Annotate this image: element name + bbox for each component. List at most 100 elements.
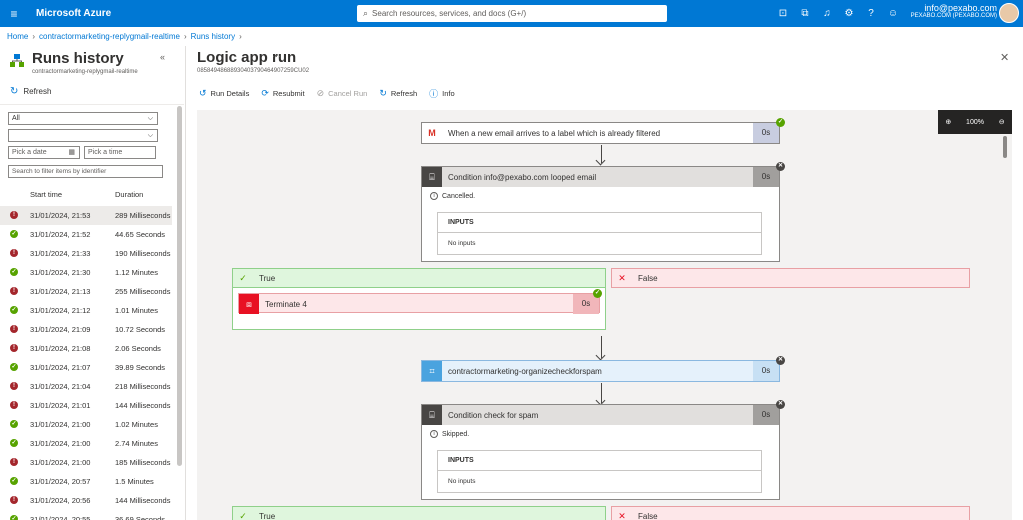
table-row[interactable]: ✓ 31/01/2024, 20:55 36.69 Seconds xyxy=(0,510,172,520)
success-icon: ✓ xyxy=(10,420,18,428)
feedback-icon[interactable]: ☺ xyxy=(882,8,904,19)
zoom-in-icon[interactable]: ⊕ xyxy=(945,118,951,126)
avatar[interactable] xyxy=(999,3,1019,23)
condition1-duration: 0s xyxy=(753,167,779,187)
canvas-scrollbar[interactable] xyxy=(1003,136,1007,158)
status-filter-dropdown[interactable]: All ⌵ xyxy=(8,112,158,125)
run-start-time: 31/01/2024, 21:12 xyxy=(30,306,91,315)
refresh-button[interactable]: ↻ Refresh xyxy=(10,86,51,97)
divider xyxy=(0,104,184,105)
table-row[interactable]: ✓ 31/01/2024, 21:00 2.74 Minutes xyxy=(0,434,172,453)
breadcrumb-home[interactable]: Home xyxy=(7,32,28,41)
identifier-filter-input[interactable]: Search to filter items by identifier xyxy=(8,165,163,178)
resubmit-button[interactable]: ⟳ Resubmit xyxy=(261,86,304,100)
col-duration[interactable]: Duration xyxy=(115,190,143,199)
condition2-duration: 0s xyxy=(753,405,779,425)
cancel-run-button[interactable]: ⊘ Cancel Run xyxy=(317,86,368,100)
brand-label[interactable]: Microsoft Azure xyxy=(36,8,111,19)
global-search[interactable]: ⌕ Search resources, services, and docs (… xyxy=(357,5,667,22)
run-duration: 44.65 Seconds xyxy=(115,230,166,239)
table-row[interactable]: ✓ 31/01/2024, 21:00 1.02 Minutes xyxy=(0,415,172,434)
run-id: 08584948688930403790464907259CU02 xyxy=(197,68,310,74)
table-row[interactable]: ! 31/01/2024, 21:53 289 Milliseconds xyxy=(0,206,172,225)
table-row[interactable]: ✓ 31/01/2024, 21:30 1.12 Minutes xyxy=(0,263,172,282)
table-row[interactable]: ! 31/01/2024, 21:08 2.06 Seconds xyxy=(0,339,172,358)
info-icon: i xyxy=(430,192,438,200)
run-refresh-button[interactable]: ↻ Refresh xyxy=(379,86,417,100)
col-start-time[interactable]: Start time xyxy=(30,190,62,199)
error-icon: ! xyxy=(10,458,18,466)
run-duration: 39.89 Seconds xyxy=(115,363,166,372)
condition-check-spam[interactable]: ⌸ Condition check for spam 0s i Skipped.… xyxy=(421,404,780,500)
run-start-time: 31/01/2024, 20:55 xyxy=(30,515,91,520)
table-row[interactable]: ! 31/01/2024, 21:13 255 Milliseconds xyxy=(0,282,172,301)
organize-workflow-step[interactable]: ⌗ contractormarketing-organizecheckforsp… xyxy=(421,360,780,382)
check-icon: ✓ xyxy=(239,272,247,283)
run-start-time: 31/01/2024, 21:13 xyxy=(30,287,91,296)
secondary-filter-dropdown[interactable]: ⌵ xyxy=(8,129,158,142)
success-icon: ✓ xyxy=(10,306,18,314)
menu-icon[interactable]: ≡ xyxy=(0,7,28,21)
date-picker[interactable]: Pick a date ▦ xyxy=(8,146,80,159)
table-row[interactable]: ! 31/01/2024, 20:56 144 Milliseconds xyxy=(0,491,172,510)
run-details-button[interactable]: ↺ Run Details xyxy=(199,86,249,100)
directory-filter-icon[interactable]: ⧉ xyxy=(794,8,816,19)
zoom-out-icon[interactable]: ⊖ xyxy=(999,118,1005,126)
run-duration: 289 Milliseconds xyxy=(115,211,171,220)
gmail-icon: M xyxy=(422,123,442,143)
run-duration: 1.12 Minutes xyxy=(115,268,158,277)
x-icon: ✕ xyxy=(618,510,626,520)
help-icon[interactable]: ? xyxy=(860,8,882,19)
terminate-step[interactable]: ⧈ Terminate 4 0s xyxy=(238,293,600,314)
table-row[interactable]: ✓ 31/01/2024, 21:52 44.65 Seconds xyxy=(0,225,172,244)
false-branch-1[interactable]: ✕ False xyxy=(611,268,970,288)
zoom-controls: ⊕ 100% ⊖ xyxy=(938,110,1012,134)
table-row[interactable]: ! 31/01/2024, 21:04 218 Milliseconds xyxy=(0,377,172,396)
run-start-time: 31/01/2024, 21:00 xyxy=(30,458,91,467)
success-icon: ✓ xyxy=(10,515,18,520)
check-icon: ✓ xyxy=(239,510,247,520)
run-title: Logic app run xyxy=(197,49,297,66)
more-options-icon[interactable]: ··· xyxy=(272,51,281,61)
breadcrumb-runs-history[interactable]: Runs history xyxy=(191,32,235,41)
close-icon[interactable]: ✕ xyxy=(1000,51,1009,64)
breadcrumb-app[interactable]: contractormarketing-replygmail-realtime xyxy=(39,32,180,41)
table-row[interactable]: ✓ 31/01/2024, 21:07 39.89 Seconds xyxy=(0,358,172,377)
cancel-icon: ⊘ xyxy=(316,87,325,98)
success-icon: ✓ xyxy=(10,439,18,447)
table-row[interactable]: ! 31/01/2024, 21:01 144 Milliseconds xyxy=(0,396,172,415)
trigger-step[interactable]: M When a new email arrives to a label wh… xyxy=(421,122,780,144)
cancelled-badge: ✕ xyxy=(776,162,785,171)
info-button[interactable]: ⓘ Info xyxy=(429,86,455,100)
condition1-status: i Cancelled. xyxy=(430,192,475,200)
account-info[interactable]: info@pexabo.com PEXABO.COM (PEXABO.COM) xyxy=(911,3,997,19)
top-bar: ≡ Microsoft Azure ⌕ Search resources, se… xyxy=(0,0,1023,27)
success-badge: ✓ xyxy=(593,289,602,298)
table-row[interactable]: ! 31/01/2024, 21:33 190 Milliseconds xyxy=(0,244,172,263)
notifications-icon[interactable]: ♫ xyxy=(816,8,838,19)
false-branch-2[interactable]: ✕ False xyxy=(611,506,970,520)
run-start-time: 31/01/2024, 21:53 xyxy=(30,211,91,220)
condition-looped-email[interactable]: ⌸ Condition info@pexabo.com looped email… xyxy=(421,166,780,262)
user-email: info@pexabo.com xyxy=(924,3,997,13)
settings-icon[interactable]: ⚙ xyxy=(838,8,860,19)
resubmit-icon: ⟳ xyxy=(261,87,269,98)
time-picker[interactable]: Pick a time xyxy=(84,146,156,159)
designer-canvas[interactable]: M When a new email arrives to a label wh… xyxy=(197,110,1012,520)
cloud-shell-icon[interactable]: ⊡ xyxy=(772,8,794,19)
flow-arrow xyxy=(601,383,602,403)
table-row[interactable]: ✓ 31/01/2024, 21:12 1.01 Minutes xyxy=(0,301,172,320)
flow-arrow xyxy=(601,145,602,163)
table-row[interactable]: ✓ 31/01/2024, 20:57 1.5 Minutes xyxy=(0,472,172,491)
run-start-time: 31/01/2024, 21:08 xyxy=(30,344,91,353)
table-row[interactable]: ! 31/01/2024, 21:00 185 Milliseconds xyxy=(0,453,172,472)
true-branch-1-header[interactable]: ✓ True xyxy=(232,268,606,288)
scrollbar[interactable] xyxy=(177,106,182,466)
chevron-down-icon: ⌵ xyxy=(147,115,153,122)
error-icon: ! xyxy=(10,382,18,390)
pane-subtitle: contractormarketing-replygmail-realtime xyxy=(32,69,138,75)
collapse-icon[interactable]: « xyxy=(160,52,165,62)
success-badge: ✓ xyxy=(776,118,785,127)
true-branch-2[interactable]: ✓ True xyxy=(232,506,606,520)
table-row[interactable]: ! 31/01/2024, 21:09 10.72 Seconds xyxy=(0,320,172,339)
